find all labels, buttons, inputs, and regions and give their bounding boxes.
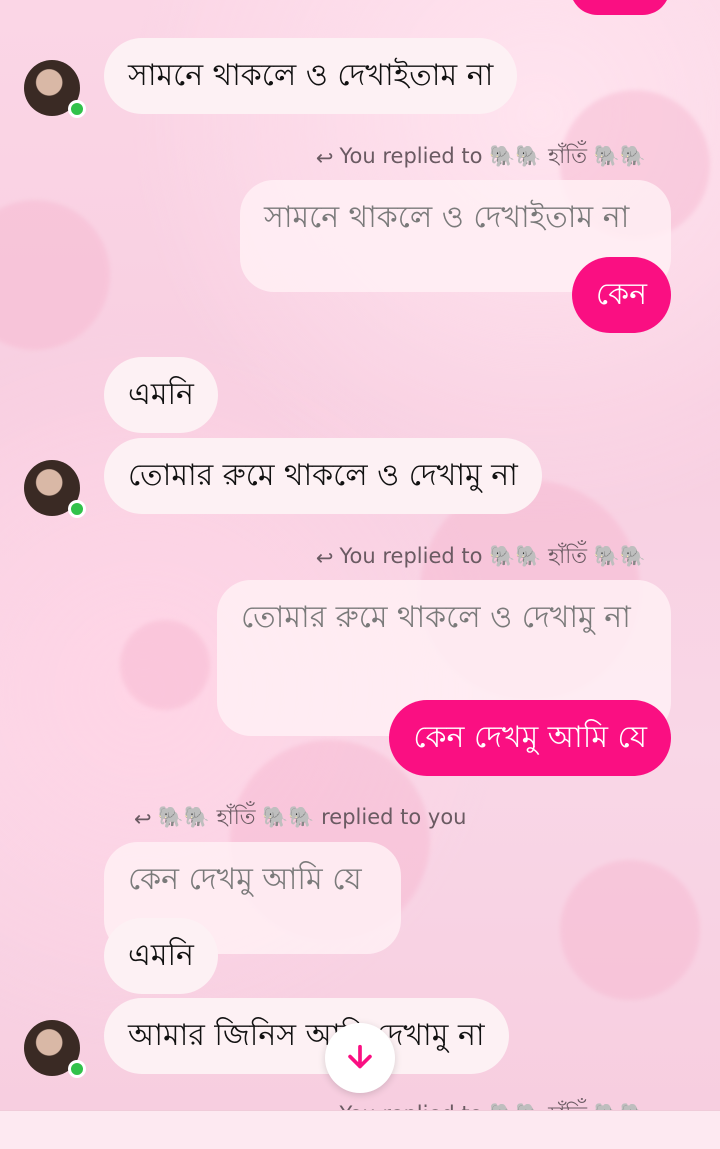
outgoing-message[interactable]: কেন দেখমু আমি যে [389,700,671,776]
composer-bar [0,1110,720,1149]
reply-label: 🐘🐘 হাঁতিঁ 🐘🐘 replied to you [157,805,467,829]
online-indicator [68,1060,86,1078]
background-heart [0,200,110,350]
reply-arrow-icon: ↩ [134,806,152,831]
incoming-message[interactable]: তোমার রুমে থাকলে ও দেখামু না [104,438,542,514]
reply-label: You replied to 🐘🐘 হাঁতিঁ 🐘🐘 [339,544,646,568]
arrow-down-icon [348,1044,372,1069]
reply-indicator: ↩ You replied to 🐘🐘 হাঁতিঁ 🐘🐘 [316,540,646,575]
reply-arrow-icon: ↩ [315,145,334,170]
incoming-message[interactable]: এমনি [104,357,218,433]
outgoing-message-partial[interactable] [570,0,670,15]
avatar[interactable] [24,1020,86,1078]
avatar[interactable] [24,460,86,518]
online-indicator [68,100,86,118]
outgoing-message[interactable]: কেন [571,257,671,333]
incoming-message[interactable]: এমনি [104,918,218,994]
incoming-message[interactable]: সামনে থাকলে ও দেখাইতাম না [104,38,518,114]
reply-arrow-icon: ↩ [315,545,334,570]
reply-indicator: ↩ You replied to 🐘🐘 হাঁতিঁ 🐘🐘 [316,140,646,175]
online-indicator [68,500,86,518]
scroll-down-button[interactable] [325,1023,395,1093]
reply-label: You replied to 🐘🐘 হাঁতিঁ 🐘🐘 [339,144,646,168]
background-heart [560,860,700,1000]
background-heart [120,620,210,710]
reply-indicator: ↩ 🐘🐘 হাঁতিঁ 🐘🐘 replied to you [134,801,466,836]
avatar[interactable] [24,60,86,118]
incoming-message[interactable]: আমার জিনিস আমি দেখামু না [104,998,509,1074]
